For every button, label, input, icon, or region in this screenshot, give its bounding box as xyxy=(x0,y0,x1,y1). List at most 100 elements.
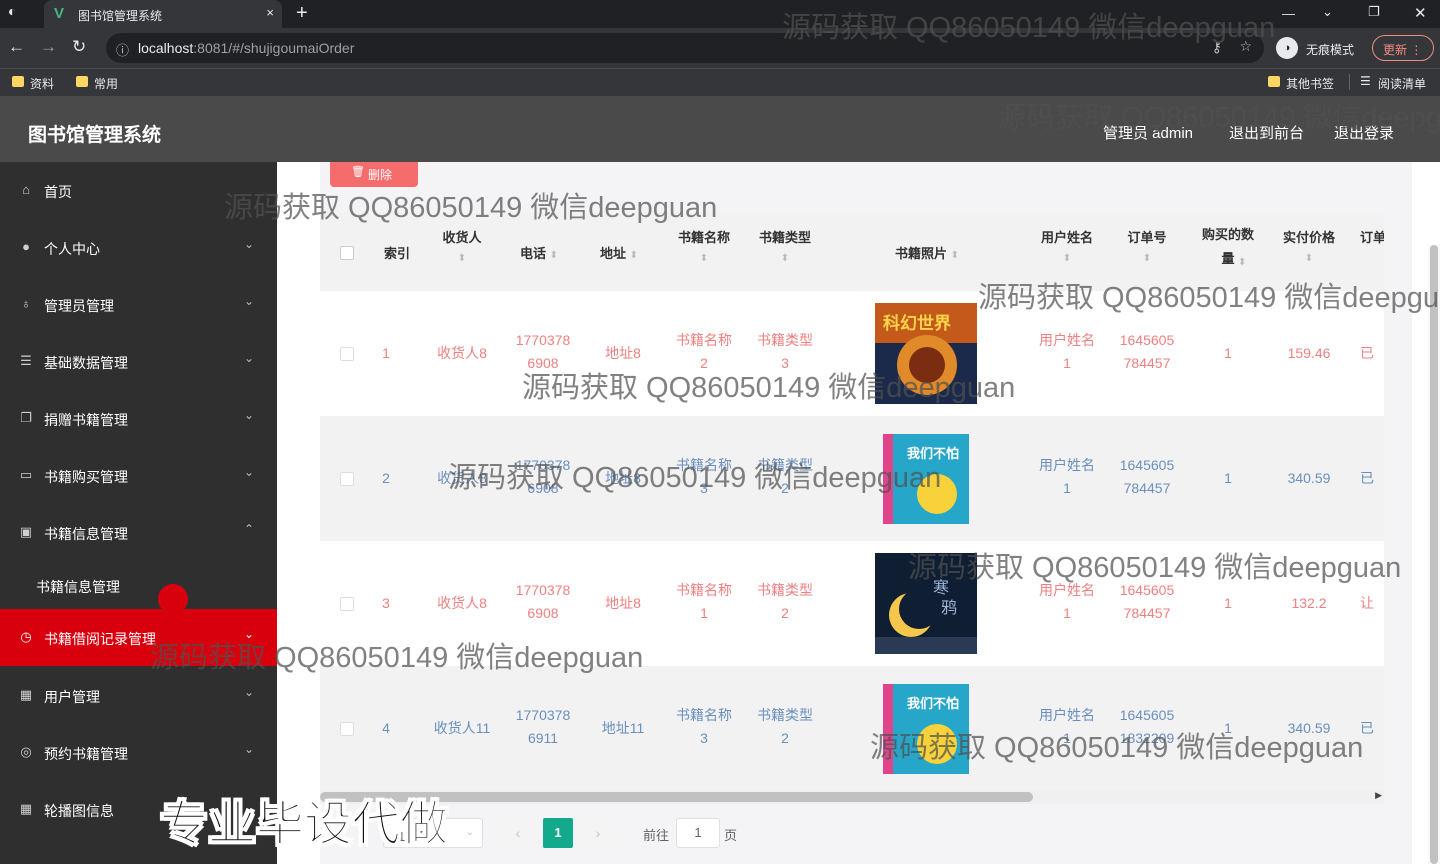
scrollbar-thumb[interactable] xyxy=(1430,245,1438,864)
row-checkbox[interactable] xyxy=(340,597,354,611)
row-checkbox[interactable] xyxy=(340,472,354,486)
restore-icon[interactable]: ❐ xyxy=(1368,4,1380,20)
row-checkbox[interactable] xyxy=(340,722,354,736)
info-icon[interactable]: ⓘ xyxy=(116,40,129,59)
cell-order-no: 1645605 784457 xyxy=(1119,582,1175,621)
compass-icon: ◎ xyxy=(20,744,32,759)
bookmark-folder[interactable]: 资料 xyxy=(12,75,54,92)
col-order-status[interactable]: 订单 xyxy=(1356,213,1384,291)
minimize-icon[interactable]: — xyxy=(1282,6,1295,21)
star-icon[interactable]: ☆ xyxy=(1239,38,1252,55)
col-label: 订单号 xyxy=(1127,230,1167,245)
mic-icon: ♁ xyxy=(21,296,31,311)
sidebar-item-label: 书籍信息管理 xyxy=(44,526,128,542)
book-cover-image[interactable]: 我们不怕 xyxy=(875,678,977,779)
close-window-icon[interactable]: ✕ xyxy=(1414,4,1427,22)
sort-icon[interactable]: ⬍ xyxy=(1238,251,1246,275)
browser-tab[interactable]: V 图书馆管理系统 × xyxy=(44,0,282,28)
sort-icon[interactable]: ⬍ xyxy=(630,250,638,261)
cell-price: 340.59 xyxy=(1287,470,1331,486)
scroll-right-icon[interactable]: ▶ xyxy=(1375,790,1382,801)
copy-icon: ❐ xyxy=(20,410,32,425)
sidebar-item-users[interactable]: ▦ 用户管理 ⌄ xyxy=(0,667,277,724)
sort-icon[interactable]: ⬍ xyxy=(951,250,959,261)
book-cover-image[interactable]: 科幻世界 xyxy=(875,303,977,404)
sort-icon[interactable]: ⬍ xyxy=(666,253,742,264)
cell-order-no: 1645605 1832209 xyxy=(1119,707,1175,746)
col-book-type[interactable]: 书籍类型 ⬍ xyxy=(748,213,822,291)
next-page-button[interactable]: › xyxy=(583,818,613,848)
sidebar-item-admin[interactable]: ♁ 管理员管理 ⌄ xyxy=(0,276,277,333)
table-row[interactable]: 1 收货人8 1770378 6908 地址8 书籍名称 2 书籍类型 3 科幻世界 … xyxy=(320,291,1384,416)
col-book-name[interactable]: 书籍名称 ⬍ xyxy=(666,213,742,291)
new-tab-button[interactable]: + xyxy=(296,2,308,25)
update-button[interactable]: 更新 ⋮ xyxy=(1372,35,1434,61)
sidebar-item-base-data[interactable]: ☰ 基础数据管理 ⌄ xyxy=(0,333,277,390)
sidebar-item-home[interactable]: ⌂ 首页 xyxy=(0,162,277,219)
delete-button[interactable]: 🗑 删除 xyxy=(330,162,418,187)
sidebar-item-borrow-records[interactable]: ◷ 书籍借阅记录管理 ⌄ xyxy=(0,609,277,666)
reading-list[interactable]: ☰ 阅读清单 xyxy=(1360,74,1426,92)
sidebar-item-profile[interactable]: ● 个人中心 ⌄ xyxy=(0,219,277,276)
incognito-badge[interactable]: ◑ 无痕模式 xyxy=(1276,33,1354,63)
cell-phone: 1770378 6908 xyxy=(515,332,571,371)
sort-icon[interactable]: ⬍ xyxy=(428,253,496,264)
cell-user-name: 用户姓名 1 xyxy=(1039,582,1095,621)
reload-icon[interactable]: ↻ xyxy=(72,37,86,57)
sort-icon[interactable]: ⬍ xyxy=(550,250,558,261)
col-order-no[interactable]: 订单号 ⬍ xyxy=(1112,213,1182,291)
sidebar-item-donation[interactable]: ❐ 捐赠书籍管理 ⌄ xyxy=(0,390,277,447)
url-input[interactable]: ⓘ localhost:8081/#/shujigoumaiOrder ⚷ ☆ xyxy=(106,33,1264,63)
submenu-item-book-info[interactable]: 书籍信息管理 xyxy=(0,561,277,609)
key-icon[interactable]: ⚷ xyxy=(1212,39,1222,56)
goto-page-input[interactable]: 1 xyxy=(676,818,720,848)
app-title: 图书馆管理系统 xyxy=(28,125,162,146)
trash-icon: 🗑 xyxy=(351,166,365,178)
sort-icon[interactable]: ⬍ xyxy=(748,253,822,264)
table-row[interactable]: 4 收货人11 1770378 6911 地址11 书籍名称 3 书籍类型 2 我们不… xyxy=(320,666,1384,791)
col-book-photo[interactable]: 书籍照片 ⬍ xyxy=(860,213,994,291)
sidebar-item-book-info[interactable]: ▣ 书籍信息管理 ⌃ xyxy=(0,504,277,561)
row-checkbox[interactable] xyxy=(340,347,354,361)
vertical-scrollbar[interactable] xyxy=(1428,245,1440,864)
col-price[interactable]: 实付价格 ⬍ xyxy=(1274,213,1344,291)
sort-icon[interactable]: ⬍ xyxy=(1274,253,1344,264)
col-user-name[interactable]: 用户姓名 ⬍ xyxy=(1030,213,1104,291)
bookmark-folder[interactable]: 常用 xyxy=(76,75,118,92)
more-icon: ⋮ xyxy=(1410,43,1423,57)
page-number-button[interactable]: 1 xyxy=(543,818,573,848)
book-cover-image[interactable]: 寒 鸦 xyxy=(875,553,977,654)
cell-quantity: 1 xyxy=(1224,720,1232,736)
col-quantity[interactable]: 购买的数量 ⬍ xyxy=(1194,213,1262,291)
prev-page-button[interactable]: ‹ xyxy=(503,818,533,848)
sort-icon[interactable]: ⬍ xyxy=(1030,253,1104,264)
cell-order-no: 1645605 784457 xyxy=(1119,457,1175,496)
chevron-down-icon: ⌄ xyxy=(244,237,255,251)
svg-text:我们不怕: 我们不怕 xyxy=(907,446,959,462)
logout-link[interactable]: 退出登录 xyxy=(1334,122,1394,143)
back-icon[interactable]: ← xyxy=(8,37,25,57)
back-to-front-link[interactable]: 退出到前台 xyxy=(1229,122,1304,143)
table-row[interactable]: 3 收货人8 1770378 6908 地址8 书籍名称 1 书籍类型 2 寒 鸦 用… xyxy=(320,541,1384,666)
cell-book-name: 书籍名称 2 xyxy=(676,332,732,371)
sidebar-item-reservation[interactable]: ◎ 预约书籍管理 ⌄ xyxy=(0,724,277,781)
forward-icon[interactable]: → xyxy=(40,37,57,57)
col-phone[interactable]: 电话 ⬍ xyxy=(504,213,574,291)
cell-address: 地址11 xyxy=(601,720,645,736)
col-address[interactable]: 地址 ⬍ xyxy=(584,213,654,291)
admin-user-link[interactable]: 管理员 admin xyxy=(1103,122,1193,143)
col-index[interactable]: 索引 xyxy=(376,213,418,291)
grid-icon: ▦ xyxy=(19,801,33,816)
book-cover-image[interactable]: 我们不怕 xyxy=(875,428,977,529)
sidebar-item-purchase[interactable]: ▭ 书籍购买管理 ⌄ xyxy=(0,447,277,504)
other-bookmarks[interactable]: 其他书签 xyxy=(1268,75,1334,92)
folder-icon xyxy=(1268,76,1280,87)
chevron-down-icon[interactable]: ⌄ xyxy=(1322,4,1333,20)
tab-close-icon[interactable]: × xyxy=(266,5,274,20)
select-all-checkbox[interactable] xyxy=(340,246,354,260)
horizontal-scrollbar[interactable]: ▶ xyxy=(320,790,1384,804)
cell-status: 已 xyxy=(1360,720,1374,736)
col-receiver[interactable]: 收货人 ⬍ xyxy=(428,213,496,291)
table-row[interactable]: 2 收货人8 1770378 6908 地址8 书籍名称 3 书籍类型 2 我们不怕 … xyxy=(320,416,1384,541)
sort-icon[interactable]: ⬍ xyxy=(1112,253,1182,264)
